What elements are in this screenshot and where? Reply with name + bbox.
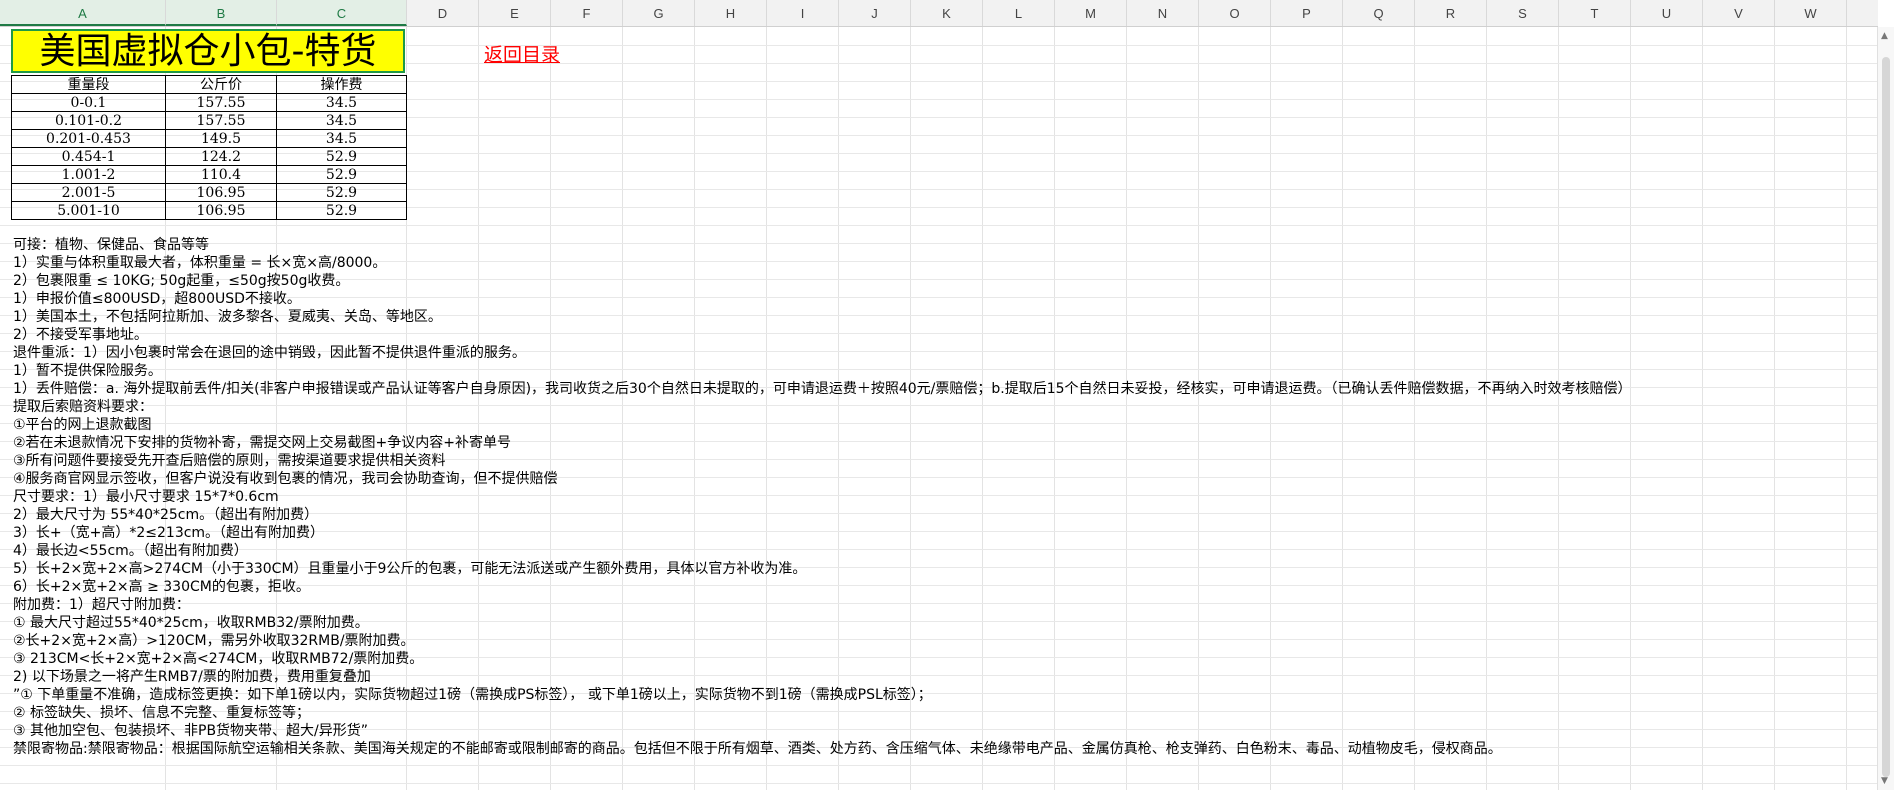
note-line[interactable]: 2）不接受军事地址。: [13, 326, 1873, 344]
column-header-B[interactable]: B: [166, 0, 277, 26]
table-row: 0.101-0.2 157.55 34.5: [11, 111, 407, 130]
cell-price[interactable]: 106.95: [165, 183, 277, 202]
note-line[interactable]: 可接：植物、保健品、食品等等: [13, 236, 1873, 254]
vertical-scrollbar[interactable]: ▲ ▼: [1877, 27, 1894, 790]
header-handling-fee[interactable]: 操作费: [276, 75, 407, 94]
cell-price[interactable]: 157.55: [165, 111, 277, 130]
cell-price[interactable]: 157.55: [165, 93, 277, 112]
cell-fee[interactable]: 34.5: [276, 111, 407, 130]
note-line[interactable]: ① 最大尺寸超过55*40*25cm，收取RMB32/票附加费。: [13, 614, 1873, 632]
table-row: 2.001-5 106.95 52.9: [11, 183, 407, 202]
cell-fee[interactable]: 52.9: [276, 183, 407, 202]
cell-weight[interactable]: 5.001-10: [11, 201, 166, 220]
cell-fee[interactable]: 52.9: [276, 201, 407, 220]
notes-block: 可接：植物、保健品、食品等等 1）实重与体积重取最大者，体积重量 = 长×宽×高…: [13, 236, 1873, 758]
scroll-down-arrow-icon[interactable]: ▼: [1881, 776, 1888, 786]
cell-fee[interactable]: 34.5: [276, 129, 407, 148]
grid-row-line: [0, 783, 1878, 784]
grid-row-line: [0, 765, 1878, 766]
note-line[interactable]: 1）实重与体积重取最大者，体积重量 = 长×宽×高/8000。: [13, 254, 1873, 272]
header-weight[interactable]: 重量段: [11, 75, 166, 94]
cell-price[interactable]: 124.2: [165, 147, 277, 166]
column-header-S[interactable]: S: [1487, 0, 1559, 26]
note-line[interactable]: 1）美国本土，不包括阿拉斯加、波多黎各、夏威夷、关岛、等地区。: [13, 308, 1873, 326]
note-line[interactable]: 提取后索赔资料要求：: [13, 398, 1873, 416]
table-row: 0.454-1 124.2 52.9: [11, 147, 407, 166]
note-line[interactable]: ②若在未退款情况下安排的货物补寄，需提交网上交易截图+争议内容+补寄单号: [13, 434, 1873, 452]
cell-weight[interactable]: 0.101-0.2: [11, 111, 166, 130]
note-line[interactable]: 5）长+2×宽+2×高>274CM（小于330CM）且重量小于9公斤的包裹，可能…: [13, 560, 1873, 578]
note-line[interactable]: 1）申报价值≤800USD，超800USD不接收。: [13, 290, 1873, 308]
cell-price[interactable]: 106.95: [165, 201, 277, 220]
note-line[interactable]: 1）暂不提供保险服务。: [13, 362, 1873, 380]
cell-weight[interactable]: 0.201-0.453: [11, 129, 166, 148]
column-header-E[interactable]: E: [479, 0, 551, 26]
column-header-H[interactable]: H: [695, 0, 767, 26]
note-line[interactable]: 3）长+（宽+高）*2≤213cm。（超出有附加费）: [13, 524, 1873, 542]
sheet-title-cell[interactable]: 美国虚拟仓小包-特货: [11, 29, 405, 73]
column-header-L[interactable]: L: [983, 0, 1055, 26]
column-header-O[interactable]: O: [1199, 0, 1271, 26]
column-header-N[interactable]: N: [1127, 0, 1199, 26]
scroll-up-arrow-icon[interactable]: ▲: [1881, 31, 1888, 41]
column-header-Q[interactable]: Q: [1343, 0, 1415, 26]
scroll-thumb[interactable]: [1882, 57, 1890, 777]
table-row: 5.001-10 106.95 52.9: [11, 201, 407, 220]
note-line[interactable]: 退件重派：1）因小包裹时常会在退回的途中销毁，因此暂不提供退件重派的服务。: [13, 344, 1873, 362]
column-header-M[interactable]: M: [1055, 0, 1127, 26]
column-header-A[interactable]: A: [0, 0, 166, 26]
cell-weight[interactable]: 0-0.1: [11, 93, 166, 112]
table-row: 1.001-2 110.4 52.9: [11, 165, 407, 184]
column-header-F[interactable]: F: [551, 0, 623, 26]
cell-fee[interactable]: 52.9: [276, 165, 407, 184]
cell-price[interactable]: 110.4: [165, 165, 277, 184]
column-header-bar: ABCDEFGHIJKLMNOPQRSTUVW: [0, 0, 1878, 27]
note-line[interactable]: ② 标签缺失、损坏、信息不完整、重复标签等；: [13, 704, 1873, 722]
column-header-C[interactable]: C: [277, 0, 407, 26]
note-line[interactable]: 2）最大尺寸为 55*40*25cm。（超出有附加费）: [13, 506, 1873, 524]
column-header-I[interactable]: I: [767, 0, 839, 26]
note-line[interactable]: ”① 下单重量不准确，造成标签更换：如下单1磅以内，实际货物超过1磅（需换成PS…: [13, 686, 1873, 704]
column-header-W[interactable]: W: [1775, 0, 1847, 26]
column-header-P[interactable]: P: [1271, 0, 1343, 26]
table-header-row: 重量段 公斤价 操作费: [11, 75, 407, 94]
column-header-T[interactable]: T: [1559, 0, 1631, 26]
note-line[interactable]: 1）丢件赔偿：a. 海外提取前丢件/扣关(非客户申报错误或产品认证等客户自身原因…: [13, 380, 1873, 398]
note-line[interactable]: 禁限寄物品:禁限寄物品：根据国际航空运输相关条款、美国海关规定的不能邮寄或限制邮…: [13, 740, 1873, 758]
cell-price[interactable]: 149.5: [165, 129, 277, 148]
column-header-K[interactable]: K: [911, 0, 983, 26]
note-line[interactable]: 4）最长边<55cm。（超出有附加费）: [13, 542, 1873, 560]
note-line[interactable]: ③ 其他加空包、包装损坏、非PB货物夹带、超大/异形货”: [13, 722, 1873, 740]
rate-table: 重量段 公斤价 操作费 0-0.1 157.55 34.5 0.101-0.2 …: [11, 75, 407, 220]
column-header-G[interactable]: G: [623, 0, 695, 26]
column-header-J[interactable]: J: [839, 0, 911, 26]
note-line[interactable]: 2) 以下场景之一将产生RMB7/票的附加费，费用重复叠加: [13, 668, 1873, 686]
table-row: 0.201-0.453 149.5 34.5: [11, 129, 407, 148]
note-line[interactable]: 6）长+2×宽+2×高 ≥ 330CM的包裹，拒收。: [13, 578, 1873, 596]
cell-fee[interactable]: 34.5: [276, 93, 407, 112]
column-header-V[interactable]: V: [1703, 0, 1775, 26]
note-line[interactable]: ②长+2×宽+2×高）>120CM，需另外收取32RMB/票附加费。: [13, 632, 1873, 650]
header-price-per-kg[interactable]: 公斤价: [165, 75, 277, 94]
cell-weight[interactable]: 1.001-2: [11, 165, 166, 184]
cell-weight[interactable]: 0.454-1: [11, 147, 166, 166]
cell-fee[interactable]: 52.9: [276, 147, 407, 166]
spreadsheet-sheet: ABCDEFGHIJKLMNOPQRSTUVW 美国虚拟仓小包-特货 返回目录 …: [0, 0, 1878, 790]
note-line[interactable]: ③ 213CM<长+2×宽+2×高<274CM，收取RMB72/票附加费。: [13, 650, 1873, 668]
column-header-U[interactable]: U: [1631, 0, 1703, 26]
table-row: 0-0.1 157.55 34.5: [11, 93, 407, 112]
grid-row-line: [0, 225, 1878, 226]
column-header-D[interactable]: D: [407, 0, 479, 26]
note-line[interactable]: ④服务商官网显示签收，但客户说没有收到包裹的情况，我司会协助查询，但不提供赔偿: [13, 470, 1873, 488]
note-line[interactable]: ③所有问题件要接受先开查后赔偿的原则，需按渠道要求提供相关资料: [13, 452, 1873, 470]
cell-weight[interactable]: 2.001-5: [11, 183, 166, 202]
note-line[interactable]: 尺寸要求：1）最小尺寸要求 15*7*0.6cm: [13, 488, 1873, 506]
back-to-index-link[interactable]: 返回目录: [484, 40, 560, 67]
column-header-R[interactable]: R: [1415, 0, 1487, 26]
note-line[interactable]: 2）包裹限重 ≤ 10KG; 50g起重，≤50g按50g收费。: [13, 272, 1873, 290]
note-line[interactable]: ①平台的网上退款截图: [13, 416, 1873, 434]
note-line[interactable]: 附加费：1）超尺寸附加费：: [13, 596, 1873, 614]
